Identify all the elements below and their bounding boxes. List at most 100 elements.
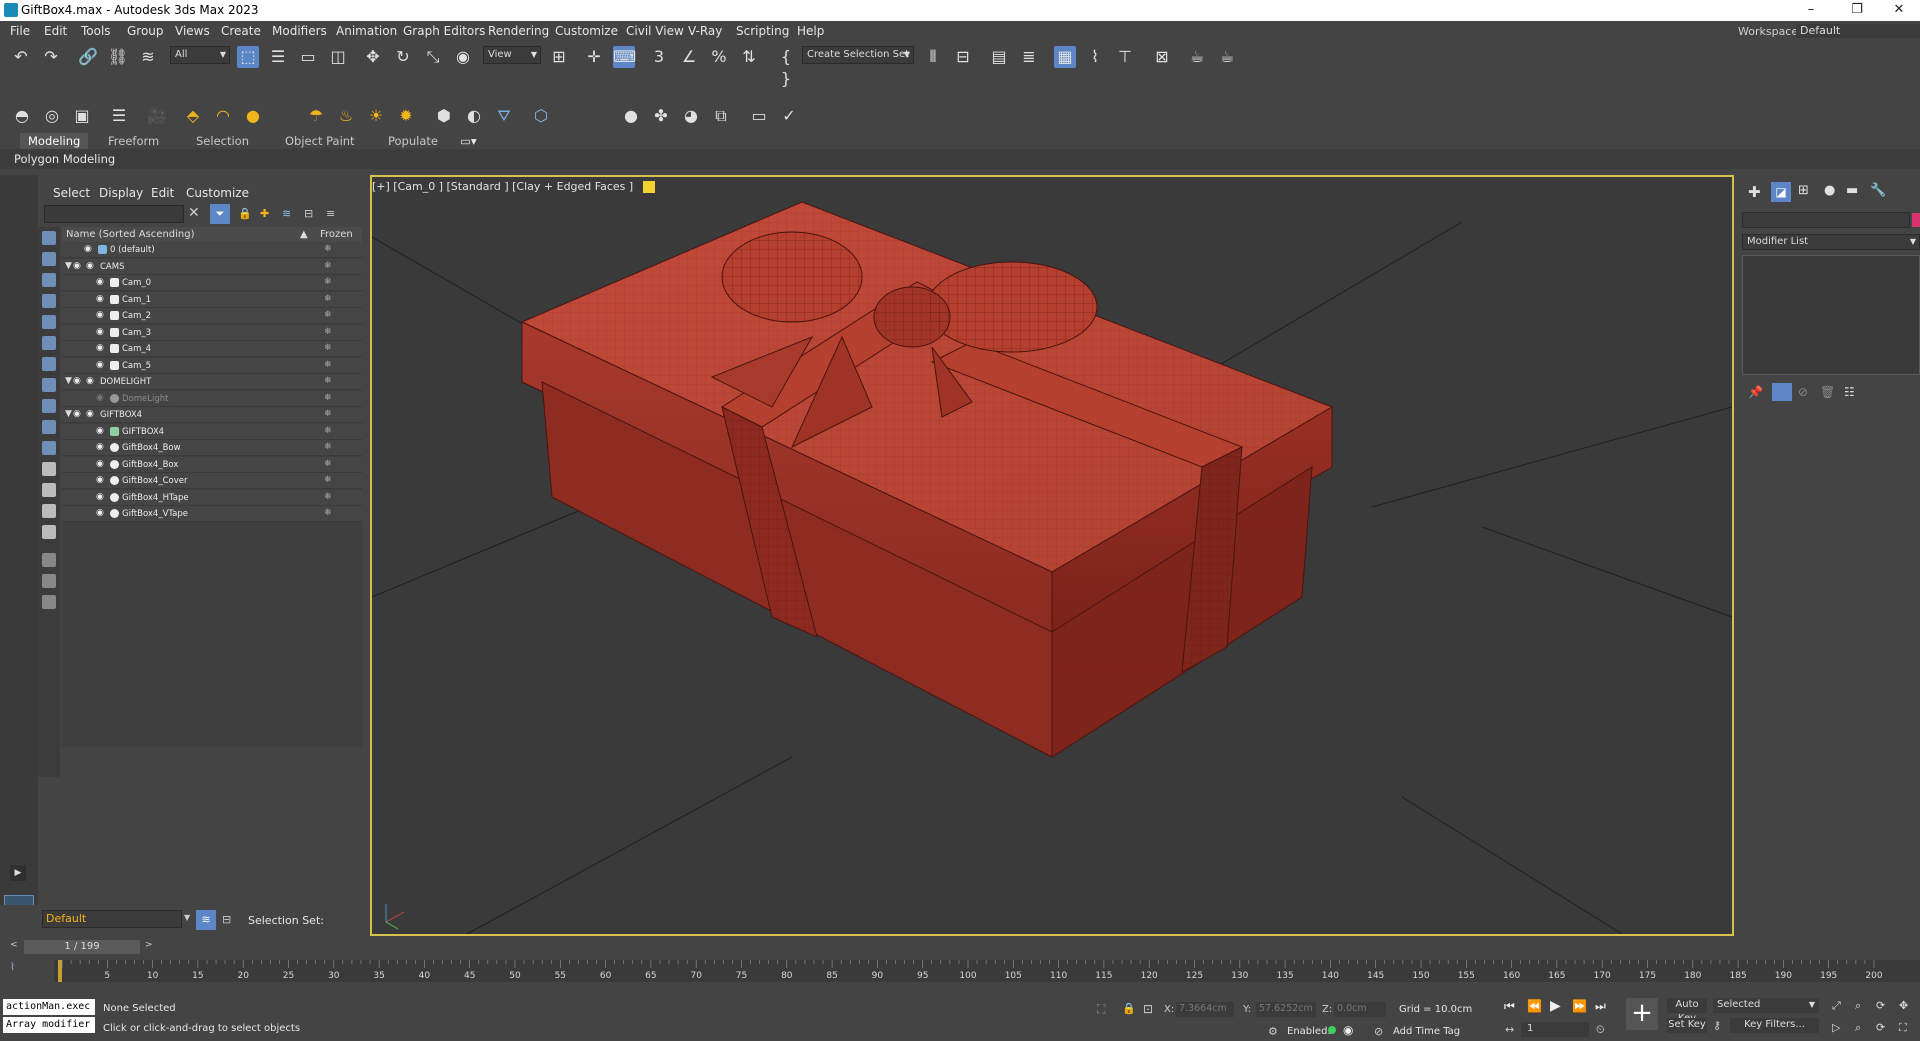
- clear-search-icon[interactable]: ✕: [188, 205, 200, 221]
- workspaces-dropdown[interactable]: Default: [1796, 24, 1920, 38]
- dome-light-icon[interactable]: ◠: [212, 105, 234, 127]
- viewport-canvas[interactable]: [372, 177, 1732, 934]
- time-tag-icon[interactable]: ⊘: [1374, 1025, 1383, 1038]
- eye-icon[interactable]: ◉: [86, 261, 98, 271]
- expand-arrow-icon[interactable]: ▶: [10, 865, 26, 881]
- tree-row[interactable]: ◉ GiftBox4_Bow ❄: [62, 440, 362, 456]
- selection-lock-icon[interactable]: 🔒: [1122, 1002, 1136, 1015]
- material-editor-icon[interactable]: ⊠: [1151, 46, 1173, 68]
- go-to-end-icon[interactable]: ⏭: [1595, 999, 1606, 1014]
- all-filter-icon[interactable]: [42, 483, 56, 497]
- link-icon[interactable]: 🔗: [77, 46, 99, 68]
- show-end-result-icon[interactable]: [1772, 383, 1792, 401]
- create-tab-icon[interactable]: ✚: [1748, 183, 1761, 201]
- toggle-scene-explorer-icon[interactable]: ▤: [988, 46, 1010, 68]
- explorer-search-input[interactable]: [44, 205, 184, 223]
- freeze-icon[interactable]: ❄: [324, 426, 332, 436]
- freeze-icon[interactable]: ❄: [324, 475, 332, 485]
- menu-file[interactable]: File: [10, 24, 30, 38]
- ies-light-icon[interactable]: ☂: [305, 105, 327, 127]
- frame-buffer-icon[interactable]: ⧉: [710, 105, 732, 127]
- teapot-icon[interactable]: ◓: [11, 105, 33, 127]
- adaptive-degradation-icon[interactable]: ⚙: [1268, 1025, 1278, 1038]
- viewport-label-text[interactable]: [+] [Cam_0 ] [Standard ] [Clay + Edged F…: [372, 180, 633, 193]
- freeze-icon[interactable]: ❄: [324, 492, 332, 502]
- remove-modifier-icon[interactable]: 🗑: [1820, 385, 1835, 399]
- frozen-filter-icon[interactable]: [42, 441, 56, 455]
- frame-counter[interactable]: 1 / 199: [24, 940, 140, 954]
- freeze-icon[interactable]: ❄: [324, 376, 332, 386]
- vray-plane-icon[interactable]: ⛛: [493, 105, 515, 127]
- go-to-start-icon[interactable]: ⏮: [1504, 999, 1515, 1014]
- key-mode-icon[interactable]: ↔: [1505, 1023, 1514, 1036]
- tree-row[interactable]: ◉ GiftBox4_Cover ❄: [62, 473, 362, 489]
- field-of-view-icon[interactable]: ▷: [1832, 1021, 1840, 1034]
- freeze-icon[interactable]: ❄: [324, 508, 332, 518]
- layers-icon[interactable]: ≋: [282, 207, 291, 220]
- next-key-icon[interactable]: ⏩: [1572, 999, 1587, 1013]
- play-icon[interactable]: ▶: [1550, 998, 1561, 1014]
- add-time-tag[interactable]: Add Time Tag: [1393, 1026, 1460, 1037]
- filter-icon[interactable]: ⏷: [210, 204, 230, 224]
- menu-modifiers[interactable]: Modifiers: [272, 24, 327, 38]
- edit-named-selection-icon[interactable]: { }: [775, 46, 797, 88]
- group-filter-icon[interactable]: [42, 357, 56, 371]
- freeze-icon[interactable]: ❄: [324, 409, 332, 419]
- spotlight-icon[interactable]: ⬘: [182, 105, 204, 127]
- tree-row[interactable]: ◉ Cam_0 ❄: [62, 275, 362, 291]
- z-coordinate-field[interactable]: 0.0cm: [1334, 1002, 1386, 1017]
- vray-logo-icon[interactable]: ✓: [778, 105, 800, 127]
- select-children-icon[interactable]: [42, 574, 56, 588]
- lighting-analysis-icon[interactable]: ◕: [680, 105, 702, 127]
- keyboard-shortcut-override-icon[interactable]: ⌨: [613, 46, 636, 68]
- eye-icon[interactable]: ◉: [96, 442, 108, 452]
- tree-row[interactable]: ◉ Cam_3 ❄: [62, 324, 362, 341]
- menu-rendering[interactable]: Rendering: [488, 24, 549, 38]
- redo-icon[interactable]: ↷: [40, 46, 62, 68]
- sort-layers-icon[interactable]: ≡: [326, 207, 335, 220]
- tree-row[interactable]: ◉ 0 (default) ❄: [62, 242, 362, 258]
- spinner-snap-icon[interactable]: ⇅: [738, 46, 760, 68]
- tree-row[interactable]: ◉ Cam_4 ❄: [62, 341, 362, 357]
- tree-row[interactable]: ◉ Cam_2 ❄: [62, 308, 362, 324]
- eye-icon[interactable]: ◉: [96, 508, 108, 518]
- menu-scripting[interactable]: Scripting: [736, 24, 789, 38]
- named-selection-set-dropdown[interactable]: Create Selection Set ▼: [802, 46, 914, 64]
- freeze-icon[interactable]: ❄: [324, 277, 332, 287]
- region-select-icon[interactable]: ▭: [297, 46, 319, 68]
- window-crossing-icon[interactable]: ◫: [327, 46, 349, 68]
- curve-editor-mini-icon[interactable]: ⌇: [10, 962, 15, 973]
- collapse-arrow-icon[interactable]: ▼: [65, 409, 72, 419]
- percent-snap-icon[interactable]: %: [708, 46, 730, 68]
- next-frame-icon[interactable]: >: [145, 940, 153, 950]
- vray-proxy-icon[interactable]: ⬢: [433, 105, 455, 127]
- motion-tab-icon[interactable]: ●: [1824, 183, 1835, 198]
- restore-button[interactable]: ❐: [1834, 0, 1880, 21]
- y-coordinate-field[interactable]: 57.6252cm: [1256, 1002, 1316, 1017]
- time-config-icon[interactable]: ⏲: [1596, 1023, 1605, 1037]
- reference-coordinate-dropdown[interactable]: View ▼: [483, 46, 541, 64]
- menu-customize[interactable]: Customize: [555, 24, 618, 38]
- tree-row[interactable]: ◉ GIFTBOX4 ❄: [62, 423, 362, 440]
- pin-stack-icon[interactable]: 📌: [1748, 385, 1763, 399]
- viewport-label[interactable]: [+] [Cam_0 ] [Standard ] [Clay + Edged F…: [372, 180, 655, 193]
- menu-edit[interactable]: Edit: [44, 24, 67, 38]
- mirror-icon[interactable]: ⫴: [922, 46, 944, 68]
- freeze-icon[interactable]: ❄: [324, 261, 332, 271]
- tree-row[interactable]: ▼ ◉ ◉ DOMELIGHT ❄: [62, 374, 362, 390]
- xref-filter-icon[interactable]: [42, 378, 56, 392]
- rotate-icon[interactable]: ↻: [392, 46, 414, 68]
- torus-icon[interactable]: ◎: [41, 105, 63, 127]
- key-selection-dropdown[interactable]: Selected ▼: [1713, 998, 1819, 1013]
- menu-views[interactable]: Views: [175, 24, 210, 38]
- explorer-menu-display[interactable]: Display: [99, 186, 143, 200]
- sunlight-icon[interactable]: ✹: [395, 105, 417, 127]
- eye-icon[interactable]: ◉: [96, 294, 108, 304]
- column-frozen-header[interactable]: Frozen: [320, 229, 353, 240]
- eye-icon[interactable]: ◉: [73, 261, 85, 271]
- freeze-icon[interactable]: ❄: [324, 310, 332, 320]
- undo-icon[interactable]: ↶: [10, 46, 32, 68]
- eye-icon[interactable]: ◉: [96, 459, 108, 469]
- camera-icon[interactable]: 🎥: [146, 105, 168, 127]
- eye-icon[interactable]: ◉: [96, 277, 108, 287]
